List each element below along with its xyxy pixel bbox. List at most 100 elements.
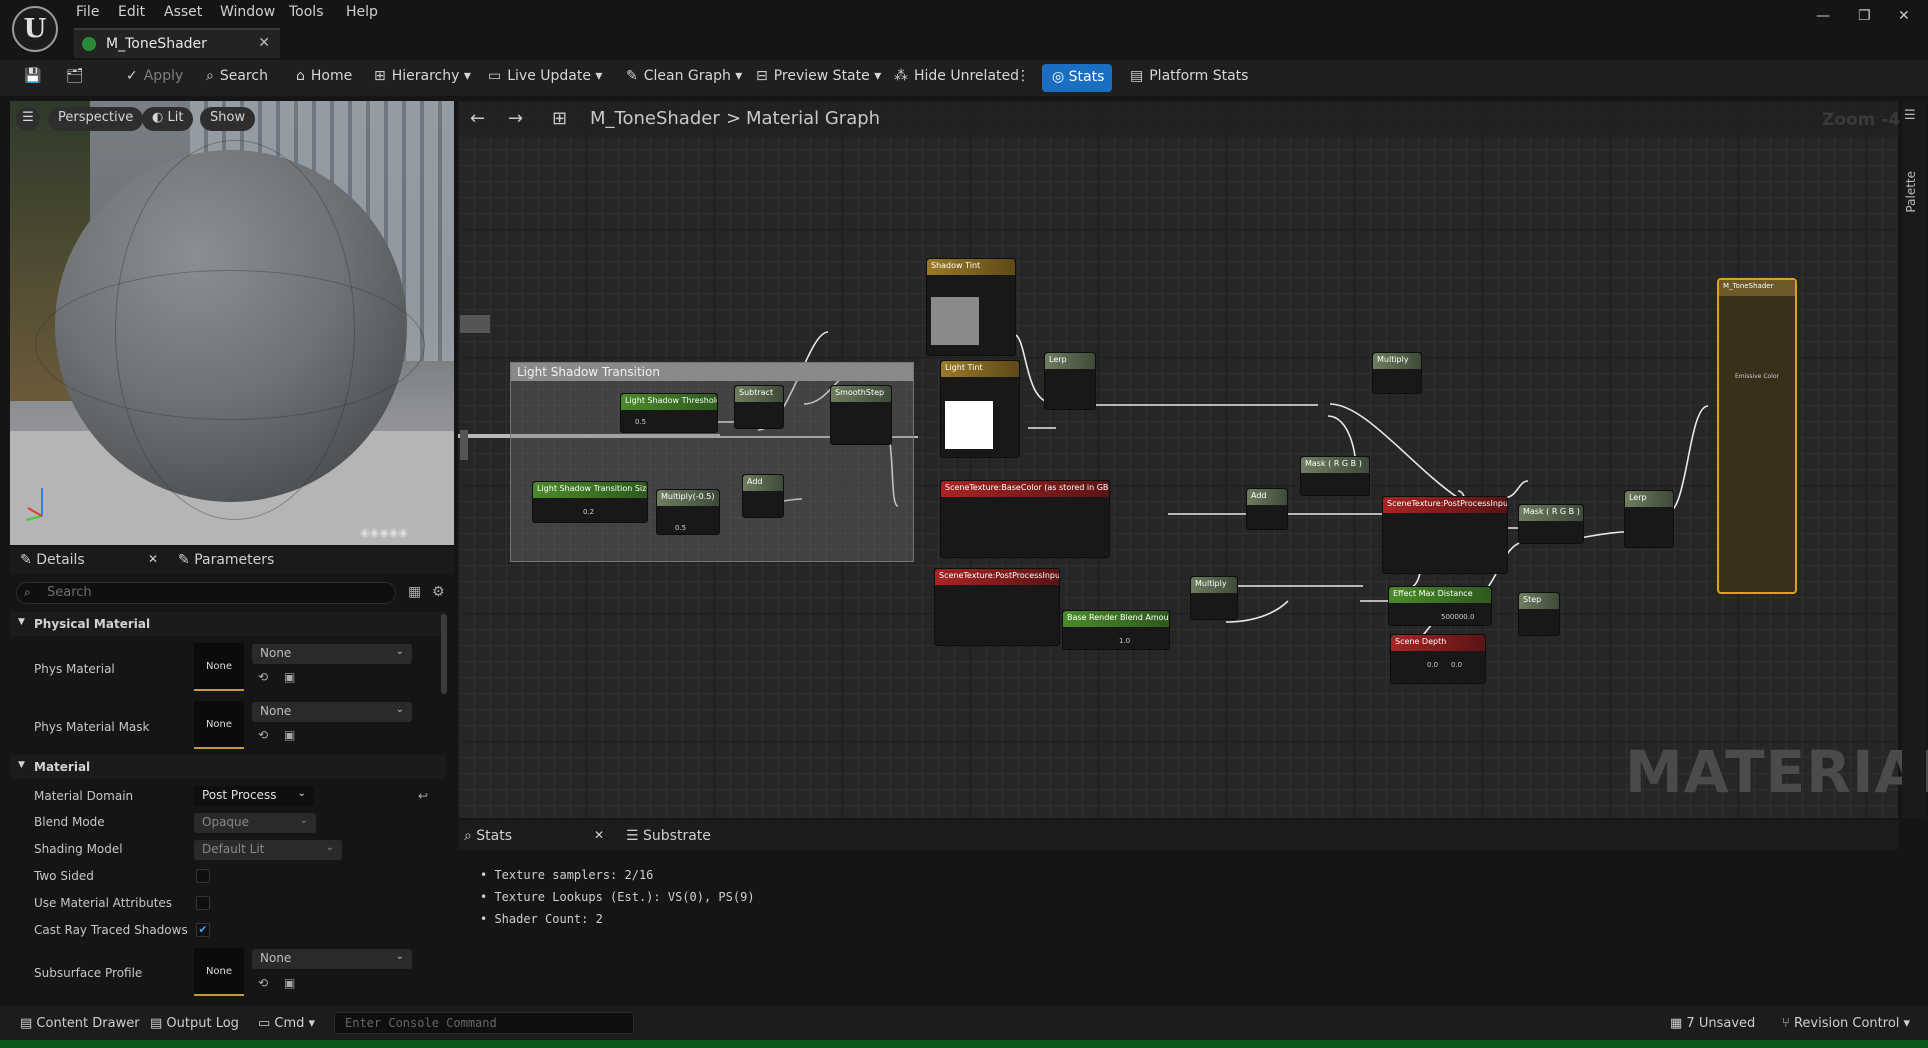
minimize-icon[interactable]: —: [1816, 8, 1830, 24]
section-physical-material[interactable]: ▼ Physical Material: [10, 612, 446, 636]
shading-model-combo[interactable]: Default Lit ⌄: [194, 840, 342, 860]
menu-tools[interactable]: Tools: [289, 4, 324, 20]
viewport-menu-icon[interactable]: ☰: [16, 107, 40, 131]
node-lerp-2[interactable]: Lerp: [1624, 490, 1674, 548]
browse-asset-icon[interactable]: ▣: [284, 670, 295, 684]
material-domain-combo[interactable]: Post Process ⌄: [194, 786, 314, 806]
cast-ray-traced-shadows-checkbox[interactable]: ✔: [196, 923, 210, 937]
browse-icon[interactable]: 🗂: [66, 68, 84, 84]
menu-window[interactable]: Window: [220, 4, 275, 20]
platform-stats-button[interactable]: ▤ Platform Stats: [1130, 68, 1248, 84]
section-material[interactable]: ▼ Material: [10, 755, 446, 779]
more-options-icon[interactable]: ⋮: [1016, 68, 1030, 84]
node-default-value[interactable]: 0.2: [583, 508, 594, 516]
node-effect-max-distance[interactable]: Effect Max Distance 500000.0: [1388, 586, 1492, 626]
node-lerp-1[interactable]: Lerp: [1044, 352, 1096, 410]
close-details-icon[interactable]: ✕: [148, 552, 158, 566]
unsaved-button[interactable]: ▦ 7 Unsaved: [1670, 1016, 1755, 1031]
node-light-shadow-transition-size[interactable]: Light Shadow Transition Size 0.2: [532, 481, 648, 523]
restore-icon[interactable]: ❐: [1858, 8, 1871, 24]
tab-details[interactable]: ✎ Details: [20, 552, 85, 568]
output-log-button[interactable]: ▤ Output Log: [150, 1016, 239, 1031]
preview-viewport[interactable]: [10, 101, 454, 545]
reset-to-default-icon[interactable]: ↩: [418, 789, 428, 803]
node-x-value[interactable]: 0.0: [1427, 661, 1438, 669]
document-tab[interactable]: M_ToneShader ✕: [74, 28, 280, 58]
subsurface-profile-combo[interactable]: None ⌄: [252, 949, 412, 969]
node-material-output[interactable]: M_ToneShader Emissive Color: [1717, 278, 1797, 594]
settings-gear-icon[interactable]: ⚙: [432, 584, 445, 600]
unreal-logo-icon[interactable]: U: [12, 6, 58, 52]
node-scene-pp-2[interactable]: SceneTexture:PostProcessInput0: [1382, 496, 1508, 574]
node-smoothstep[interactable]: SmoothStep: [830, 385, 892, 445]
details-search-input[interactable]: Search: [16, 582, 396, 604]
close-window-icon[interactable]: ✕: [1898, 8, 1910, 24]
node-base-render-blend[interactable]: Base Render Blend Amount 1.0: [1062, 610, 1170, 650]
blend-mode-combo[interactable]: Opaque ⌄: [194, 813, 316, 833]
node-add-small[interactable]: Add: [742, 474, 784, 518]
apply-button[interactable]: ✓ Apply: [126, 68, 183, 84]
details-scrollbar[interactable]: [441, 614, 447, 694]
phys-material-thumbnail[interactable]: None: [194, 643, 244, 691]
console-input[interactable]: Enter Console Command: [334, 1012, 634, 1034]
lit-button[interactable]: ◐ Lit: [142, 107, 194, 131]
palette-side-tab[interactable]: Palette: [1902, 101, 1926, 818]
node-scene-depth[interactable]: Scene Depth 0.0 0.0: [1390, 634, 1486, 684]
home-button[interactable]: ⌂ Home: [296, 68, 352, 84]
use-selected-icon[interactable]: ⟲: [258, 670, 268, 684]
node-mask-rgb-2[interactable]: Mask ( R G B ): [1518, 504, 1584, 544]
browse-asset-icon[interactable]: ▣: [284, 976, 295, 990]
node-shadow-tint[interactable]: Shadow Tint: [926, 258, 1016, 356]
use-selected-icon[interactable]: ⟲: [258, 976, 268, 990]
search-button[interactable]: ⌕ Search: [206, 68, 268, 84]
phys-material-mask-thumbnail[interactable]: None: [194, 701, 244, 749]
node-default-value[interactable]: 500000.0: [1441, 613, 1474, 621]
palette-menu-icon[interactable]: ☰: [1904, 108, 1916, 123]
node-default-value[interactable]: 1.0: [1119, 637, 1130, 645]
clean-graph-button[interactable]: ✎ Clean Graph ▾: [626, 68, 742, 84]
use-selected-icon[interactable]: ⟲: [258, 728, 268, 742]
subsurface-profile-thumbnail[interactable]: None: [194, 948, 244, 996]
preview-mesh-icons[interactable]: ◉◉◉◉◉: [360, 526, 408, 539]
browse-asset-icon[interactable]: ▣: [284, 728, 295, 742]
menu-asset[interactable]: Asset: [164, 4, 202, 20]
save-icon[interactable]: 💾: [24, 68, 41, 84]
node-scene-basecolor[interactable]: SceneTexture:BaseColor (as stored in GBu…: [940, 480, 1110, 558]
node-emissive-pin-label[interactable]: Emissive Color: [1735, 373, 1779, 380]
two-sided-checkbox[interactable]: [196, 869, 210, 883]
node-add-mid[interactable]: Add: [1246, 488, 1288, 530]
node-light-tint[interactable]: Light Tint: [940, 360, 1020, 458]
revision-control-button[interactable]: ⑂ Revision Control ▾: [1782, 1016, 1910, 1031]
grid-view-icon[interactable]: ▦: [408, 584, 421, 600]
live-update-button[interactable]: ▭ Live Update ▾: [488, 68, 602, 84]
content-drawer-button[interactable]: ▤ Content Drawer: [20, 1016, 140, 1031]
node-b-value[interactable]: 0.5: [675, 524, 686, 532]
show-button[interactable]: Show: [200, 107, 256, 131]
close-tab-icon[interactable]: ✕: [258, 35, 270, 51]
stats-button[interactable]: ◎ Stats: [1042, 64, 1112, 92]
phys-material-combo[interactable]: None ⌄: [252, 644, 412, 664]
preview-state-button[interactable]: ⊟ Preview State ▾: [756, 68, 881, 84]
node-multiply-mid[interactable]: Multiply: [1190, 576, 1238, 620]
menu-edit[interactable]: Edit: [118, 4, 145, 20]
node-scene-pp-1[interactable]: SceneTexture:PostProcessInput0: [934, 568, 1060, 646]
node-subtract[interactable]: Subtract: [734, 385, 784, 429]
phys-material-mask-combo[interactable]: None ⌄: [252, 702, 412, 722]
hide-unrelated-button[interactable]: ⁂ Hide Unrelated: [894, 68, 1019, 84]
cmd-button[interactable]: ▭ Cmd ▾: [258, 1016, 315, 1031]
node-step[interactable]: Step: [1518, 592, 1560, 636]
node-multiply-top[interactable]: Multiply: [1372, 352, 1422, 394]
reroute-node[interactable]: [460, 315, 490, 333]
tab-substrate[interactable]: ☰ Substrate: [626, 828, 711, 844]
node-y-value[interactable]: 0.0: [1451, 661, 1462, 669]
node-multiply-neg[interactable]: Multiply(-0.5) 0.5: [656, 489, 720, 535]
tab-stats[interactable]: ⌕ Stats: [464, 828, 512, 844]
node-mask-rgb-1[interactable]: Mask ( R G B ): [1300, 456, 1370, 496]
use-material-attributes-checkbox[interactable]: [196, 896, 210, 910]
graph-input-pin[interactable]: [460, 430, 468, 460]
node-default-value[interactable]: 0.5: [635, 418, 646, 426]
tab-parameters[interactable]: ✎ Parameters: [178, 552, 274, 568]
menu-file[interactable]: File: [76, 4, 99, 20]
node-light-shadow-threshold[interactable]: Light Shadow Threshold 0.5: [620, 393, 718, 433]
perspective-button[interactable]: Perspective: [48, 107, 144, 131]
